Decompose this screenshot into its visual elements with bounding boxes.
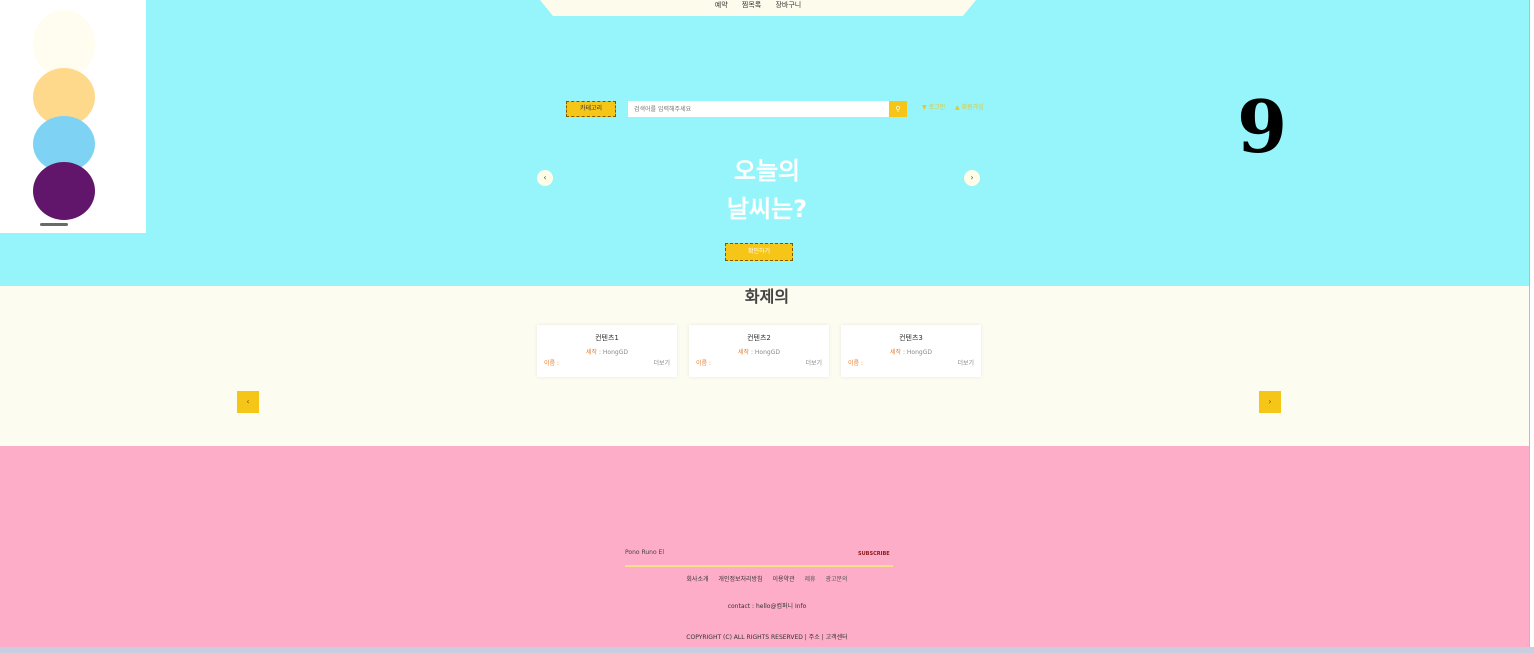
chevron-left-icon: ‹ xyxy=(543,173,547,182)
signup-link[interactable]: ▲ 회원가입 xyxy=(955,104,988,111)
dango-stick xyxy=(40,223,68,226)
search-icon: ⚲ xyxy=(895,105,901,113)
arrow-left-icon: ‹ xyxy=(246,397,250,406)
footer-contact: contact : hello@컴퍼니 Info xyxy=(727,603,807,610)
overlay-number-badge: 9 xyxy=(1236,84,1288,169)
card-name-label: 이름 : xyxy=(696,360,711,367)
card-name-label: 이름 : xyxy=(544,360,559,367)
card-more-link[interactable]: 더보기 xyxy=(653,358,670,367)
footer-link-about[interactable]: 회사소개 xyxy=(686,576,708,583)
horizontal-scrollbar[interactable] xyxy=(0,647,1534,653)
login-link[interactable]: ▼ 로그인 xyxy=(922,104,949,111)
card-more-link[interactable]: 더보기 xyxy=(805,358,822,367)
top-nav-link-wishlist[interactable]: 찜목록 xyxy=(742,1,761,9)
auth-links: ▼ 로그인 ▲ 회원가입 xyxy=(922,102,992,114)
chevron-right-icon: › xyxy=(970,173,974,182)
footer-divider xyxy=(625,565,893,567)
hero-check-button[interactable]: 확인하기 xyxy=(725,243,793,261)
hero-prev-button[interactable]: ‹ xyxy=(537,170,553,186)
hero-headline-line2: 날씨는? xyxy=(726,195,808,223)
hero-headline: 오늘의 날씨는? xyxy=(680,152,854,228)
trending-next-button[interactable]: › xyxy=(1259,391,1281,413)
card-title: 컨텐츠3 xyxy=(899,334,923,342)
vertical-scrollbar[interactable] xyxy=(1529,0,1534,647)
top-nav-links: 예약 찜목록 장바구니 xyxy=(540,0,976,10)
hero-headline-line1: 오늘의 xyxy=(733,157,801,185)
search-input[interactable] xyxy=(628,101,889,117)
footer-link-partner[interactable]: 제휴 xyxy=(805,576,816,583)
card-writer: 세작 : HongGD xyxy=(738,349,780,356)
footer-brand: Pono Runo El xyxy=(625,549,664,556)
footer-link-terms[interactable]: 이용약관 xyxy=(773,576,795,583)
trending-title: 화제의 xyxy=(744,287,790,306)
content-card[interactable]: 컨텐츠1 세작 : HongGD 이름 : 더보기 xyxy=(537,325,677,377)
content-card[interactable]: 컨텐츠3 세작 : HongGD 이름 : 더보기 xyxy=(841,325,981,377)
arrow-right-icon: › xyxy=(1268,397,1272,406)
footer-link-ads[interactable]: 광고문의 xyxy=(826,576,848,583)
footer-nav: 회사소개 개인정보처리방침 이용약관 제휴 광고문의 xyxy=(0,574,1534,583)
card-more-link[interactable]: 더보기 xyxy=(957,358,974,367)
dango-logo[interactable] xyxy=(0,0,146,233)
footer xyxy=(0,446,1534,647)
search-button[interactable]: ⚲ xyxy=(889,101,907,117)
footer-subscribe[interactable]: SUBSCRIBE xyxy=(858,551,890,557)
card-writer: 세작 : HongGD xyxy=(890,349,932,356)
card-name-label: 이름 : xyxy=(848,360,863,367)
top-nav-link-reserve[interactable]: 예약 xyxy=(715,1,728,9)
top-nav: 예약 찜목록 장바구니 xyxy=(540,0,976,16)
category-button[interactable]: 카테고리 xyxy=(566,101,616,117)
trending-prev-button[interactable]: ‹ xyxy=(237,391,259,413)
card-title: 컨텐츠1 xyxy=(595,334,619,342)
content-card[interactable]: 컨텐츠2 세작 : HongGD 이름 : 더보기 xyxy=(689,325,829,377)
footer-copyright: COPYRIGHT (C) ALL RIGHTS RESERVED | 주소 |… xyxy=(686,634,848,641)
card-title: 컨텐츠2 xyxy=(747,334,771,342)
hero-next-button[interactable]: › xyxy=(964,170,980,186)
footer-link-privacy[interactable]: 개인정보처리방침 xyxy=(718,576,762,583)
card-writer: 세작 : HongGD xyxy=(586,349,628,356)
dango-ball-purple xyxy=(33,162,95,220)
top-nav-link-cart[interactable]: 장바구니 xyxy=(775,1,801,9)
